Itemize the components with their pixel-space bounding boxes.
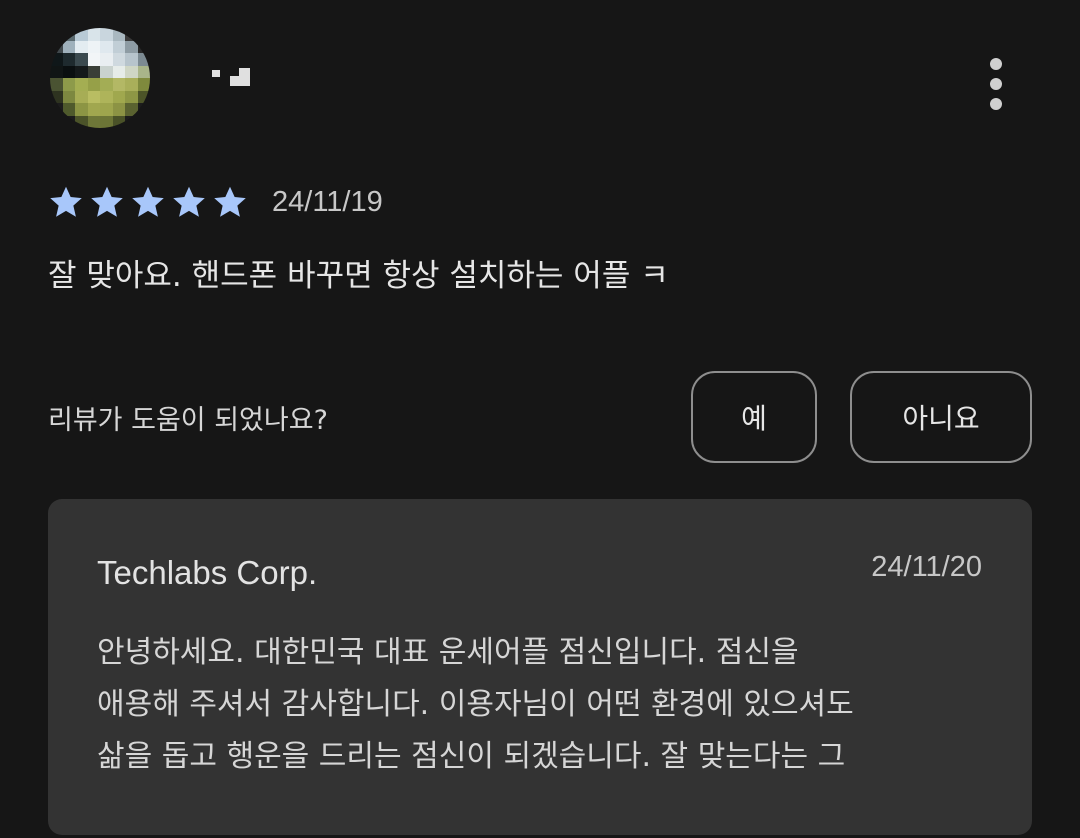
helpful-yes-button[interactable]: 예	[691, 371, 817, 463]
review-text: 잘 맞아요. 핸드폰 바꾸면 항상 설치하는 어플 ㅋ	[48, 258, 669, 294]
star-icon	[214, 186, 246, 217]
developer-reply-text: 안녕하세요. 대한민국 대표 운세어플 점신입니다. 점신을 애용해 주셔서 감…	[97, 627, 977, 783]
star-icon	[132, 186, 164, 217]
developer-reply-date: 24/11/20	[871, 551, 982, 583]
star-rating	[48, 184, 248, 220]
star-icon	[173, 186, 205, 217]
more-vertical-icon	[990, 58, 1002, 70]
reviewer-name-pixelated	[208, 64, 258, 94]
helpful-question: 리뷰가 도움이 되었나요?	[48, 405, 328, 436]
star-icon	[91, 186, 123, 217]
developer-name: Techlabs Corp.	[97, 554, 318, 591]
developer-reply-card: Techlabs Corp. 24/11/20 안녕하세요. 대한민국 대표 운…	[48, 499, 1032, 835]
reviewer-avatar	[50, 28, 150, 128]
review-date: 24/11/19	[272, 185, 383, 218]
reply-line: 애용해 주셔서 감사합니다. 이용자님이 어떤 환경에 있으셔도	[97, 687, 854, 722]
helpful-no-button[interactable]: 아니요	[850, 371, 1032, 463]
reply-line: 안녕하세요. 대한민국 대표 운세어플 점신입니다. 점신을	[97, 635, 799, 670]
star-icon	[50, 186, 82, 217]
review-rating-row: 24/11/19	[48, 180, 383, 224]
more-options-button[interactable]	[976, 56, 1016, 112]
reply-line: 삶을 돕고 행운을 드리는 점신이 되겠습니다. 잘 맞는다는 그	[97, 739, 846, 774]
